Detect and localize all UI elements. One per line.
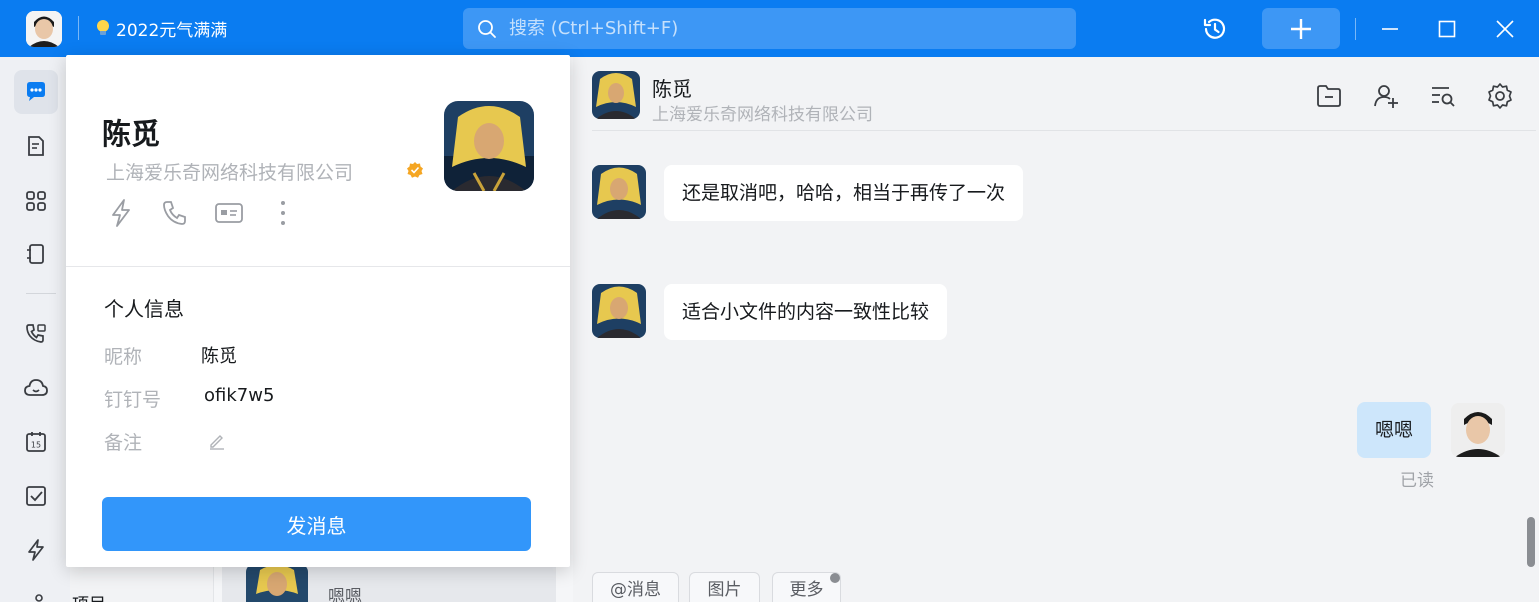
message-bubble[interactable]: 还是取消吧，哈哈，相当于再传了一次 (664, 165, 1024, 221)
titlebar-separator (78, 16, 79, 40)
conversation-preview: 嗯嗯 (328, 587, 362, 602)
profile-section-title: 个人信息 (104, 297, 184, 321)
add-member-icon[interactable] (1371, 81, 1401, 111)
more-vertical-icon[interactable] (268, 197, 298, 229)
search-icon (478, 19, 496, 38)
settings-gear-icon[interactable] (1485, 81, 1515, 111)
profile-actions (106, 197, 298, 229)
apps-grid-icon (26, 191, 46, 211)
message-avatar[interactable] (592, 284, 646, 338)
lightning-icon (28, 539, 44, 561)
search-input[interactable] (509, 18, 1029, 39)
message-avatar[interactable] (592, 165, 646, 219)
mention-button[interactable]: @消息 (592, 572, 679, 602)
titlebar-separator (1355, 18, 1356, 40)
read-status: 已读 (1400, 471, 1434, 491)
chat-icon (27, 82, 45, 101)
my-avatar[interactable] (26, 11, 62, 47)
send-message-button[interactable]: 发消息 (102, 497, 531, 551)
svg-text:15: 15 (31, 441, 41, 450)
minimize-icon (1382, 28, 1398, 30)
nav-docs[interactable] (14, 124, 58, 168)
add-button[interactable] (1262, 8, 1340, 49)
profile-avatar[interactable] (444, 101, 534, 191)
contacts-book-icon (27, 244, 44, 264)
nav-project-label: 项目 (72, 590, 106, 602)
nav-messages[interactable] (14, 70, 58, 114)
dingtalk-id-label: 钉钉号 (104, 389, 162, 411)
nav-divider (26, 293, 56, 294)
chat-header-company: 上海爱乐奇网络科技有限公司 (652, 105, 873, 125)
verified-badge-icon (407, 162, 423, 178)
chat-header-name[interactable]: 陈觅 (652, 73, 692, 102)
profile-company[interactable]: 上海爱乐奇网络科技有限公司 (106, 158, 353, 185)
my-message-avatar[interactable] (1451, 403, 1505, 457)
close-button[interactable] (1490, 14, 1520, 44)
chat-header-divider (592, 130, 1536, 131)
cloud-icon (24, 379, 48, 396)
profile-card: 陈觅 上海爱乐奇网络科技有限公司 个人信息 昵称 陈觅 钉钉号 ofik7w5 … (66, 55, 570, 567)
lightbulb-icon (97, 20, 109, 35)
remark-label: 备注 (104, 432, 143, 454)
status-text: 2022元气满满 (116, 20, 228, 41)
maximize-button[interactable] (1432, 14, 1462, 44)
search-box[interactable] (463, 8, 1076, 49)
search-history-icon[interactable] (1428, 81, 1458, 111)
todo-check-icon (26, 486, 46, 506)
ding-lightning-icon[interactable] (106, 197, 136, 229)
nav-contacts[interactable] (14, 232, 58, 276)
folder-icon[interactable] (1314, 81, 1344, 111)
profile-divider (66, 266, 570, 267)
nav-cloud[interactable] (14, 366, 58, 410)
my-message-bubble[interactable]: 嗯嗯 (1357, 402, 1432, 458)
nav-workbench[interactable] (14, 179, 58, 223)
close-icon (1496, 20, 1514, 38)
nav-calendar[interactable]: 15 (14, 420, 58, 464)
calendar-icon: 15 (26, 432, 46, 452)
profile-name: 陈觅 (102, 117, 161, 151)
dingtalk-id-value[interactable]: ofik7w5 (204, 385, 274, 406)
message-bubble[interactable]: 适合小文件的内容一致性比较 (664, 284, 948, 340)
notification-dot (830, 573, 840, 583)
phone-call-icon (26, 324, 46, 343)
status-badge[interactable]: 2022元气满满 (92, 16, 228, 41)
nav-ding[interactable] (14, 528, 58, 572)
title-bar: 2022元气满满 (0, 0, 1539, 57)
chat-header-avatar[interactable] (592, 71, 640, 119)
plus-icon (1291, 18, 1311, 39)
nav-call[interactable] (14, 312, 58, 356)
edit-pencil-icon[interactable] (207, 431, 227, 455)
maximize-icon (1438, 20, 1456, 38)
phone-icon[interactable] (160, 197, 190, 229)
business-card-icon[interactable] (214, 197, 244, 229)
project-icon (35, 594, 43, 602)
image-button[interactable]: 图片 (689, 572, 760, 602)
nickname-label: 昵称 (104, 346, 143, 368)
document-icon (28, 136, 44, 156)
history-icon[interactable] (1200, 14, 1230, 44)
nav-todo[interactable] (14, 474, 58, 518)
nickname-value: 陈觅 (201, 346, 237, 367)
chat-scrollbar[interactable] (1527, 517, 1535, 567)
conversation-avatar (246, 564, 308, 602)
minimize-button[interactable] (1375, 14, 1405, 44)
